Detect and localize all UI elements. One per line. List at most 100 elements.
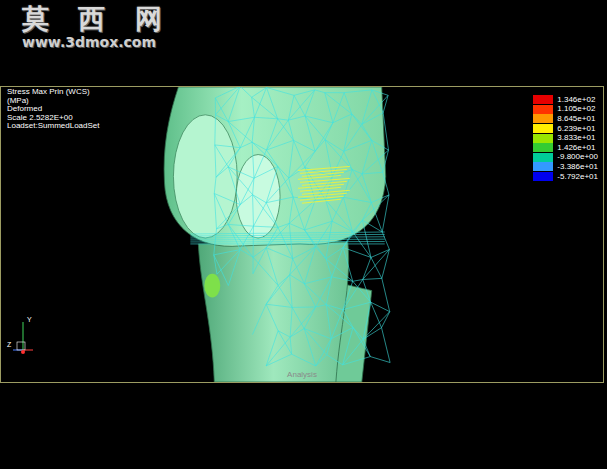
mesh-edge — [288, 95, 294, 120]
mesh-edge — [332, 277, 353, 281]
mesh-edge — [304, 284, 315, 307]
app-window: 莫 西 网www.3dmox.comStress Max Prin (WCS)(… — [0, 0, 607, 469]
legend-row: 1.105e+02 — [533, 105, 598, 115]
mesh-edge — [266, 248, 292, 259]
mesh-edge — [228, 250, 240, 286]
legend-swatch — [533, 134, 553, 143]
mesh-edge — [240, 142, 252, 147]
mesh-edge — [304, 284, 326, 305]
mesh-edge — [327, 339, 331, 355]
mesh-edge — [362, 150, 388, 174]
mesh-edge — [253, 248, 266, 274]
mesh-edge — [215, 98, 216, 115]
mesh-edge — [293, 247, 316, 259]
mesh-edge — [371, 249, 389, 257]
triad-svg — [7, 316, 41, 356]
legend-value: 6.239e+01 — [557, 123, 595, 135]
mesh-edge — [315, 90, 325, 93]
mesh-edge — [266, 119, 277, 150]
mesh-edge — [228, 117, 254, 121]
info-line: Scale 2.5282E+00 — [7, 114, 100, 123]
axis-triad-icon: YZ — [7, 316, 41, 356]
mesh-edge — [372, 140, 383, 172]
joint-line — [190, 239, 384, 241]
mesh-edge — [343, 327, 353, 364]
mesh-edge — [254, 117, 277, 118]
legend-value: 8.645e+01 — [557, 113, 595, 125]
mesh-edge — [326, 277, 331, 305]
triad-origin — [21, 350, 25, 354]
mesh-edge — [217, 250, 240, 275]
mesh-edge — [253, 248, 266, 258]
mesh-edge — [266, 248, 278, 286]
mesh-edge — [294, 95, 305, 116]
legend-row: 1.346e+02 — [533, 95, 598, 105]
mesh-edge — [253, 257, 278, 285]
joint-line — [190, 232, 384, 234]
mesh-edge — [289, 223, 304, 230]
mesh-edge — [290, 275, 305, 284]
mesh-edge — [253, 195, 267, 203]
mesh-edge — [353, 279, 363, 281]
mesh-edge — [228, 167, 240, 205]
mesh-edge — [316, 355, 327, 366]
mesh-edge — [315, 140, 325, 152]
mesh-edge — [305, 151, 315, 167]
mesh-edge — [252, 257, 253, 273]
legend-value: -3.386e+01 — [557, 161, 598, 173]
mesh-edge — [362, 220, 382, 232]
mesh-edge — [240, 250, 253, 258]
mesh-edge — [362, 203, 371, 221]
mesh-edge — [293, 197, 304, 230]
mesh-edge — [332, 248, 343, 277]
mesh-edge — [278, 119, 294, 141]
mesh-edge — [333, 114, 352, 123]
mesh-edge — [266, 275, 290, 304]
mesh-edge — [304, 277, 331, 284]
mesh-edge — [325, 93, 352, 114]
result-info: Stress Max Prin (WCS)(MPa)DeformedScale … — [7, 88, 100, 131]
mesh-edge — [288, 90, 314, 120]
mesh-edge — [289, 223, 292, 258]
mesh-edge — [344, 124, 362, 151]
mesh-edge — [316, 277, 332, 307]
tibia — [198, 242, 348, 382]
mesh-edge — [278, 227, 293, 258]
wireframe-mesh — [190, 87, 390, 366]
mesh-edge — [215, 98, 228, 122]
triad-y-label: Y — [27, 316, 32, 323]
mesh-edge — [363, 257, 371, 279]
mesh-edge — [371, 195, 389, 203]
mesh-edge — [363, 328, 381, 340]
femur — [164, 87, 386, 246]
joint-line — [190, 237, 384, 238]
mesh-edge — [352, 114, 372, 140]
mesh-edge — [278, 331, 292, 354]
mesh-edge — [266, 150, 277, 166]
info-line: Stress Max Prin (WCS) — [7, 88, 100, 97]
mesh-edge — [266, 120, 288, 150]
mesh-edge — [363, 249, 390, 279]
mesh-edge — [382, 312, 390, 328]
mesh-edge — [315, 221, 332, 247]
mesh-edge — [215, 145, 228, 167]
mesh-edge — [343, 220, 362, 247]
joint-line — [190, 241, 384, 242]
mesh-edge — [292, 307, 304, 328]
mesh-edge — [288, 120, 293, 140]
graphics-viewport[interactable]: Stress Max Prin (WCS)(MPa)DeformedScale … — [0, 86, 604, 383]
legend-value: -9.800e+00 — [557, 151, 598, 163]
mesh-edge — [362, 220, 371, 257]
mesh-edge — [305, 116, 333, 123]
legend-row: -5.792e+01 — [533, 172, 598, 182]
mesh-edge — [216, 148, 240, 178]
y-axis — [23, 322, 24, 350]
legend-row: 6.239e+01 — [533, 124, 598, 134]
mesh-edge — [252, 142, 254, 178]
mesh-edge — [383, 172, 389, 195]
mesh-edge — [332, 221, 352, 231]
mesh-edge — [305, 221, 333, 230]
mesh-edge — [362, 195, 389, 220]
mesh-edge — [266, 178, 289, 203]
mesh-edge — [332, 197, 343, 221]
